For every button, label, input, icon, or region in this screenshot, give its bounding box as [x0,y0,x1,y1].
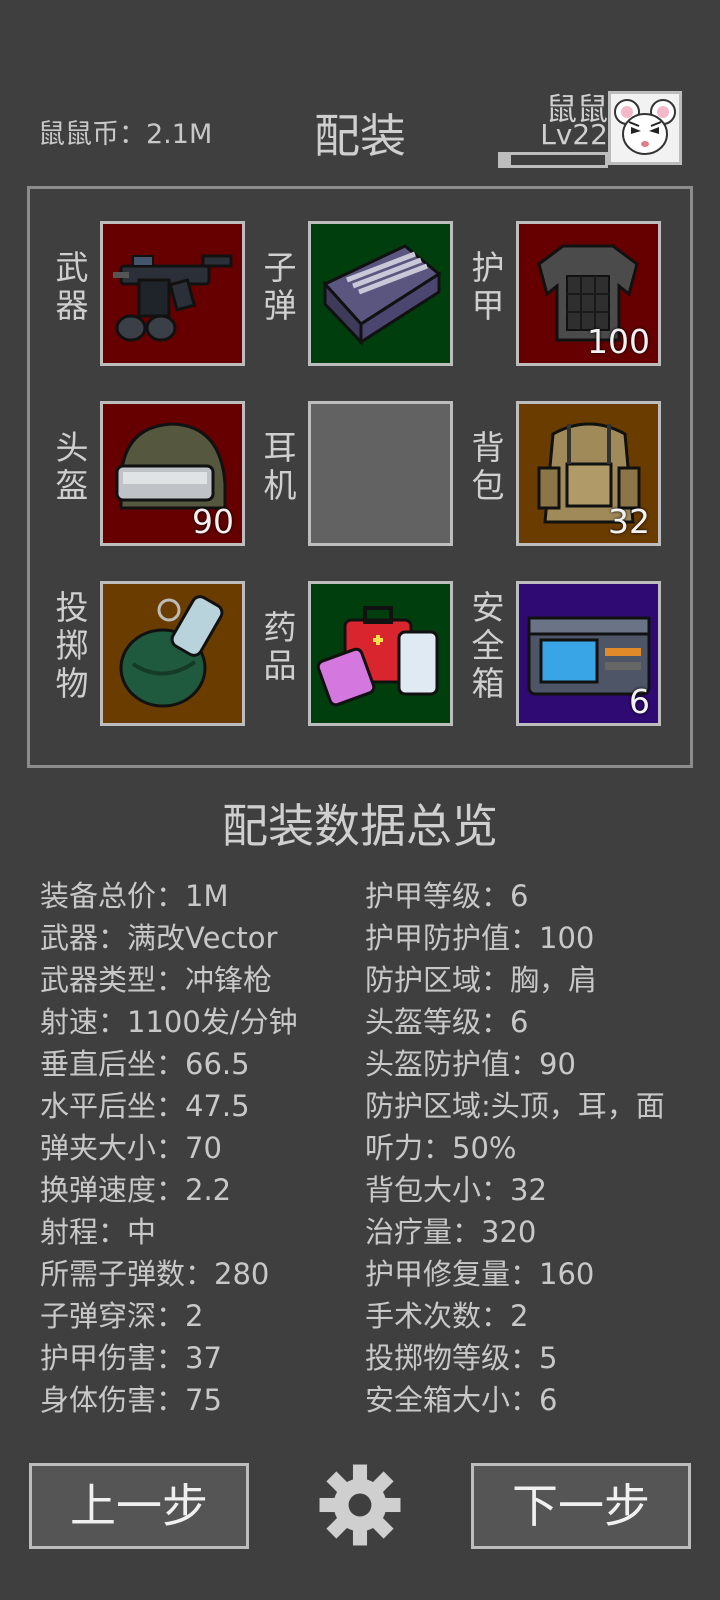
slot-label-char: 掷 [55,626,89,665]
grenade-icon [119,595,224,708]
slot-label-ammo: 子 弹 [260,249,300,325]
stat-throwable-level: 投掷物等级：5 [365,1341,558,1375]
stat-healing: 治疗量：320 [365,1215,537,1249]
slot-label-char: 机 [263,466,297,505]
slot-label-throwable: 投 掷 物 [52,589,92,703]
slot-label-char: 护 [471,248,505,287]
stats-left-column: 装备总价：1M 武器：满改Vector 武器类型：冲锋枪 射速：1100发/分钟… [40,875,298,1421]
stat-reload-speed: 换弹速度：2.2 [40,1173,232,1207]
slot-label-char: 盔 [55,466,89,505]
medkit-icon [316,606,439,707]
meds-slot[interactable] [308,581,453,726]
safebox-slot[interactable]: 6 [516,581,661,726]
next-step-button[interactable]: 下一步 [471,1463,691,1549]
stat-vertical-recoil: 垂直后坐：66.5 [40,1047,250,1081]
slot-label-safebox: 安 全 箱 [468,589,508,703]
stat-weapon-type: 武器类型：冲锋枪 [40,963,273,997]
header: 鼠鼠币：2.1M 配装 鼠鼠 Lv22 [0,0,720,180]
player-level: Lv22 [540,118,608,151]
slot-label-char: 物 [55,664,89,703]
backpack-capacity: 32 [608,502,650,541]
stat-armor-level: 护甲等级：6 [365,879,529,913]
slot-label-char: 药 [263,608,297,647]
slot-label-weapon: 武 器 [52,249,92,325]
stat-backpack-size: 背包大小：32 [365,1173,547,1207]
xp-progress-fill [501,155,512,165]
slot-label-char: 武 [55,248,89,287]
slot-label-char: 全 [471,626,505,665]
ammo-slot[interactable] [308,221,453,366]
stat-armor-zones: 防护区域：胸，肩 [365,963,598,997]
stat-safebox-size: 安全箱大小：6 [365,1383,558,1417]
slot-label-char: 品 [263,646,297,685]
slot-label-char: 弹 [263,286,297,325]
stat-range: 射程：中 [40,1215,157,1249]
xp-progress-bar [498,152,608,168]
stat-weapon: 武器：满改Vector [40,921,278,955]
previous-step-button[interactable]: 上一步 [29,1463,249,1549]
smg-vector-icon [113,254,233,342]
slot-label-char: 背 [471,428,505,467]
slot-label-char: 包 [471,466,505,505]
stat-hearing: 听力：50% [365,1131,517,1165]
safebox-capacity: 6 [629,682,650,721]
slot-label-meds: 药 品 [260,609,300,685]
slot-label-char: 耳 [263,428,297,467]
slot-label-char: 箱 [471,664,505,703]
backpack-slot[interactable]: 32 [516,401,661,546]
slot-label-helmet: 头 盔 [52,429,92,505]
slot-label-char: 投 [55,588,89,627]
slot-label-char: 子 [263,248,297,287]
headset-slot[interactable] [308,401,453,546]
overview-title: 配装数据总览 [222,799,498,853]
armor-durability: 100 [587,322,650,361]
stat-armor-damage: 护甲伤害：37 [40,1341,222,1375]
ammo-box-icon [322,244,442,346]
settings-button[interactable] [316,1461,404,1549]
stat-fire-rate: 射速：1100发/分钟 [40,1005,298,1039]
stat-helmet-protection: 头盔防护值：90 [365,1047,576,1081]
stat-helmet-level: 头盔等级：6 [365,1005,529,1039]
slot-label-backpack: 背 包 [468,429,508,505]
stat-horizontal-recoil: 水平后坐：47.5 [40,1089,250,1123]
stat-penetration: 子弹穿深：2 [40,1299,204,1333]
slot-label-char: 头 [55,428,89,467]
avatar[interactable] [608,91,682,165]
armor-slot[interactable]: 100 [516,221,661,366]
throwable-slot[interactable] [100,581,245,726]
stat-armor-protection: 护甲防护值：100 [365,921,595,955]
slot-label-char: 安 [471,588,505,627]
stat-helmet-zones: 防护区域:头顶，耳，面 [365,1089,665,1123]
loadout-panel: 武 器 子 弹 护 甲 100 头 盔 90 耳 机 背 包 32 投 掷 物 … [27,186,693,768]
stat-armor-repair: 护甲修复量：160 [365,1257,595,1291]
weapon-slot[interactable] [100,221,245,366]
stat-body-damage: 身体伤害：75 [40,1383,222,1417]
slot-label-char: 器 [55,286,89,325]
gear-icon [319,1464,401,1546]
helmet-durability: 90 [192,502,234,541]
slot-label-headset: 耳 机 [260,429,300,505]
stats-right-column: 护甲等级：6 护甲防护值：100 防护区域：胸，肩 头盔等级：6 头盔防护值：9… [365,875,665,1421]
slot-label-armor: 护 甲 [468,249,508,325]
stat-surgery-count: 手术次数：2 [365,1299,529,1333]
mouse-avatar-icon [614,99,676,155]
stat-magazine-size: 弹夹大小：70 [40,1131,222,1165]
stat-ammo-required: 所需子弹数：280 [40,1257,270,1291]
stat-total-price: 装备总价：1M [40,879,229,913]
slot-label-char: 甲 [471,286,505,325]
helmet-slot[interactable]: 90 [100,401,245,546]
